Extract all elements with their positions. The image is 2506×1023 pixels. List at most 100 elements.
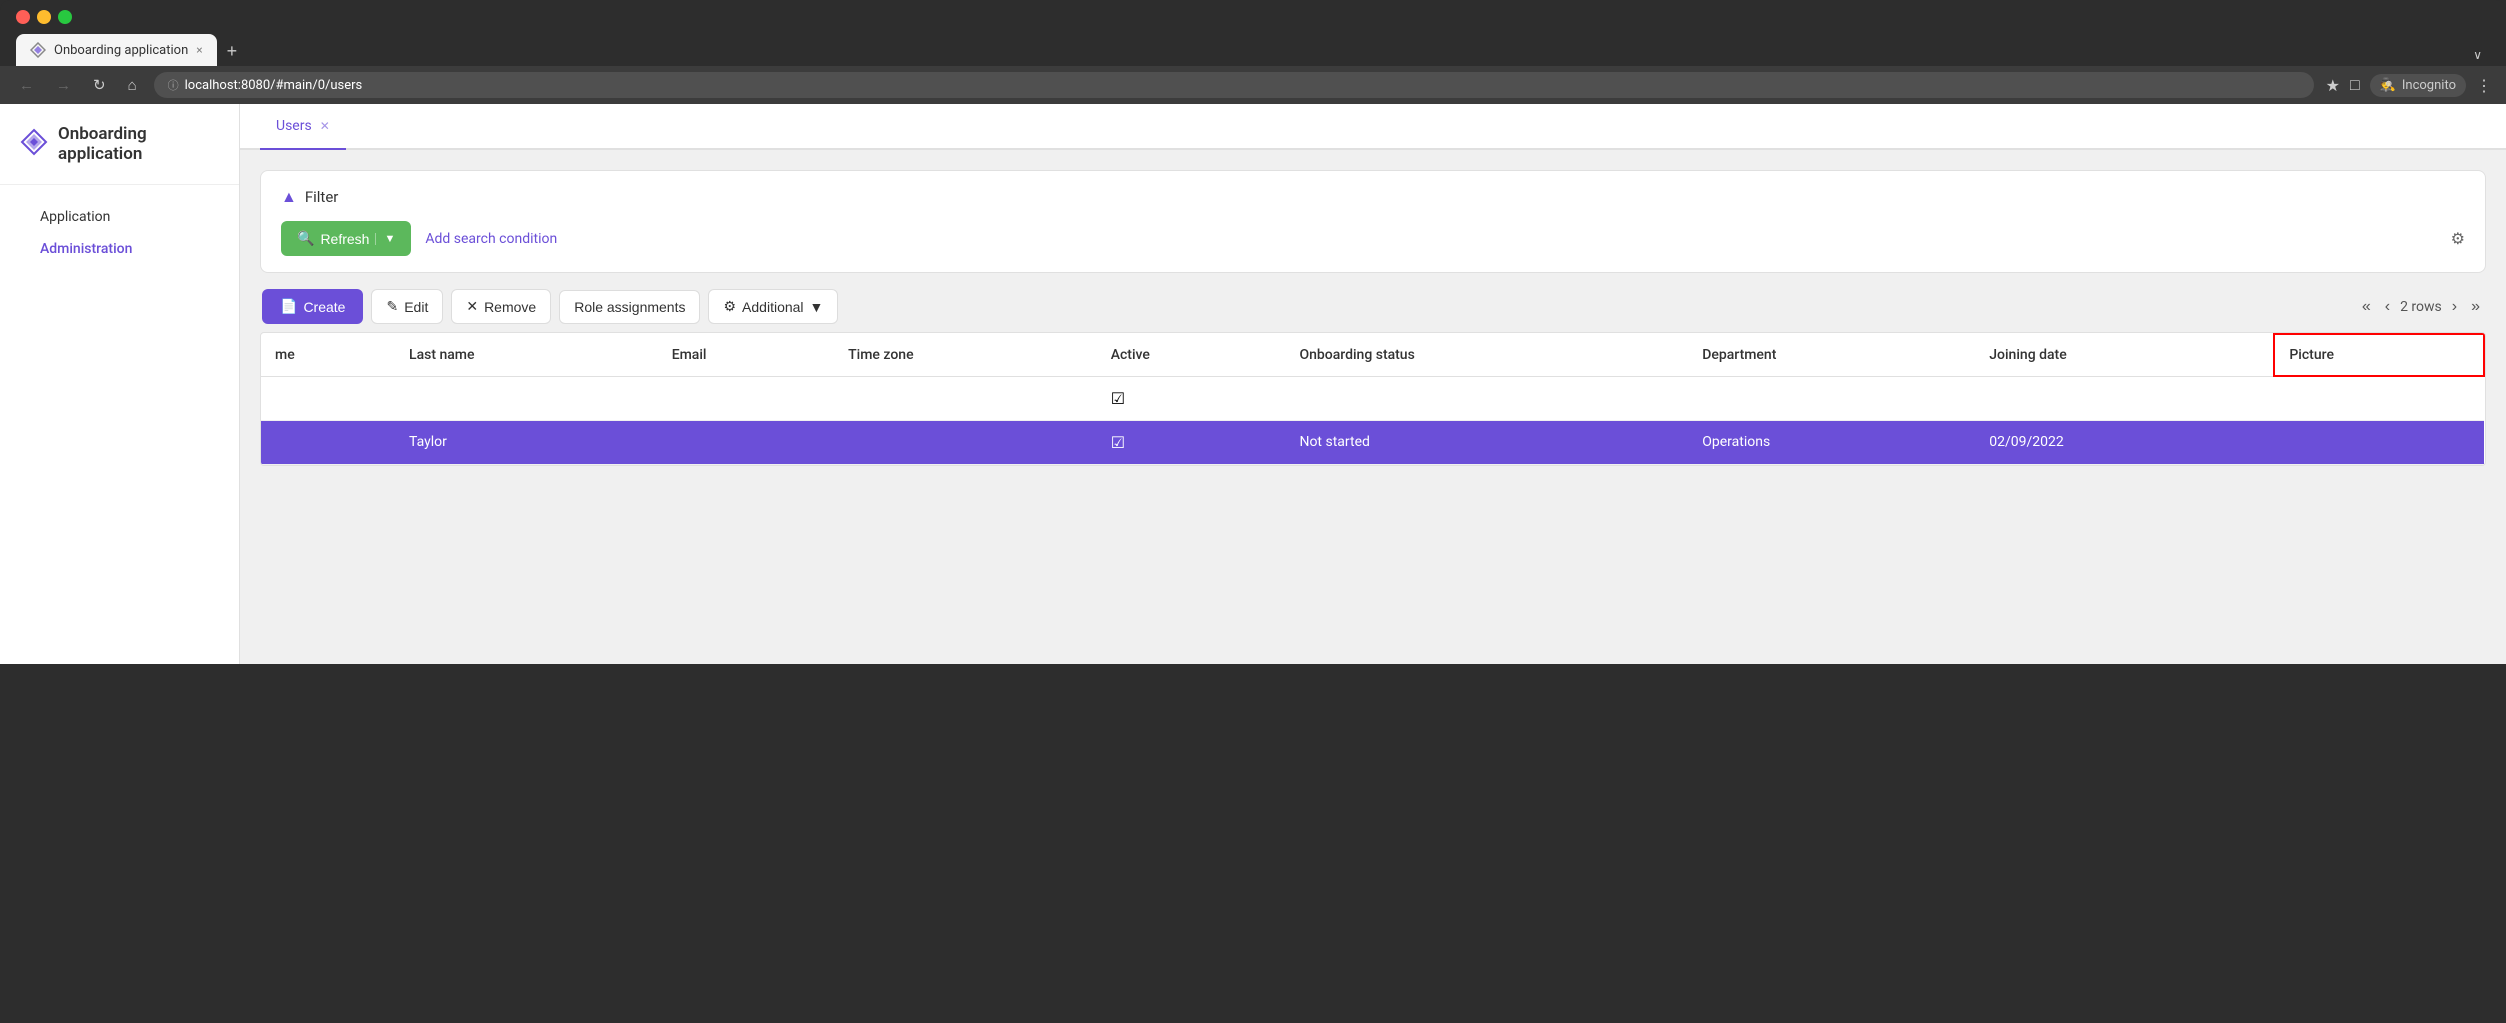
tab-users-close[interactable]: ✕ [320,119,330,133]
next-page-button[interactable]: › [2448,296,2461,318]
browser-chrome: Onboarding application × + ∨ [0,0,2506,66]
edit-button[interactable]: ✎ Edit [371,289,443,324]
traffic-lights [16,10,2490,24]
col-time-zone: Time zone [834,334,1097,376]
lock-icon: ⓘ [168,77,179,93]
cell-email [658,376,834,420]
reload-button[interactable]: ↻ [88,74,111,96]
sidebar-logo: Onboarding application [0,124,239,185]
filter-chevron-icon[interactable]: ▲ [281,187,297,207]
refresh-dropdown-arrow[interactable]: ▼ [375,233,395,245]
cell-time-zone [834,420,1097,464]
tab-users-label: Users [276,118,312,134]
role-assignments-button[interactable]: Role assignments [559,290,700,324]
role-assignments-label: Role assignments [574,299,685,315]
col-active: Active [1097,334,1286,376]
home-button[interactable]: ⌂ [123,75,142,96]
col-picture: Picture [2274,334,2484,376]
sidebar-item-label: Administration [40,241,132,257]
create-label: Create [303,299,345,315]
additional-dropdown-icon: ▼ [810,299,824,315]
maximize-traffic-light[interactable] [58,10,72,24]
data-table: me Last name Email Time zone Active Onbo… [260,332,2486,466]
back-button[interactable]: ← [14,75,39,96]
table-row[interactable]: Taylor ☑ Not started Operations 02/09/20… [261,420,2484,464]
cell-active: ☑ [1097,420,1286,464]
rows-count: 2 rows [2400,299,2442,315]
sidebar: Onboarding application Application Admin… [0,104,240,664]
table-scroll[interactable]: me Last name Email Time zone Active Onbo… [261,333,2485,465]
cell-joining-date [1975,376,2274,420]
first-page-button[interactable]: « [2358,296,2375,318]
tab-favicon [30,42,46,58]
tab-bar: Onboarding application × + ∨ [16,34,2490,66]
refresh-button[interactable]: 🔍 Refresh ▼ [281,221,411,256]
create-doc-icon: 📄 [280,298,297,315]
col-name: me [261,334,395,376]
active-checkbox-icon: ☑ [1111,433,1125,452]
cell-name [261,420,395,464]
cell-picture [2274,420,2484,464]
app-container: Onboarding application Application Admin… [0,104,2506,664]
table-header: me Last name Email Time zone Active Onbo… [261,334,2484,376]
bookmark-icon[interactable]: ★ [2326,76,2340,95]
tab-close-button[interactable]: × [196,43,202,57]
filter-header: ▲ Filter [281,187,2465,207]
cell-last-name: Taylor [395,420,658,464]
new-tab-button[interactable]: + [217,37,248,66]
filter-settings-icon[interactable]: ⚙ [2451,229,2465,248]
forward-button[interactable]: → [51,75,76,96]
main-content: Users ✕ ▲ Filter 🔍 Refresh ▼ [240,104,2506,664]
header-row: me Last name Email Time zone Active Onbo… [261,334,2484,376]
cell-name [261,376,395,420]
cell-time-zone [834,376,1097,420]
gear-icon: ⚙ [723,298,736,315]
search-icon: 🔍 [297,230,314,247]
cell-picture [2274,376,2484,420]
table-toolbar: 📄 Create ✎ Edit ✕ Remove Role assignment… [260,289,2486,324]
browser-tab-active[interactable]: Onboarding application × [16,34,217,66]
incognito-badge[interactable]: 🕵 Incognito [2370,74,2466,97]
filter-box: ▲ Filter 🔍 Refresh ▼ Add search conditio… [260,170,2486,273]
cell-joining-date: 02/09/2022 [1975,420,2274,464]
remove-label: Remove [484,299,536,315]
cell-department [1688,376,1975,420]
incognito-icon: 🕵 [2380,78,2396,93]
col-onboarding-status: Onboarding status [1285,334,1688,376]
active-checkbox-icon: ☑ [1111,389,1125,408]
col-department: Department [1688,334,1975,376]
tab-dropdown-button[interactable]: ∨ [2465,44,2490,66]
additional-label: Additional [742,299,804,315]
menu-icon[interactable]: ⋮ [2476,76,2492,95]
tab-users[interactable]: Users ✕ [260,104,346,150]
edit-label: Edit [404,299,428,315]
sidebar-item-administration[interactable]: Administration [20,233,219,265]
users-table: me Last name Email Time zone Active Onbo… [261,333,2485,465]
refresh-label: Refresh [320,231,369,247]
app-logo-icon [20,128,48,161]
sidebar-item-application[interactable]: Application [20,201,219,233]
col-last-name: Last name [395,334,658,376]
last-page-button[interactable]: » [2467,296,2484,318]
address-field[interactable]: ⓘ localhost:8080/#main/0/users [154,72,2314,98]
filter-actions: 🔍 Refresh ▼ Add search condition ⚙ [281,221,2465,256]
table-row[interactable]: ☑ [261,376,2484,420]
col-email: Email [658,334,834,376]
content-area: ▲ Filter 🔍 Refresh ▼ Add search conditio… [240,150,2506,486]
cell-email [658,420,834,464]
close-traffic-light[interactable] [16,10,30,24]
create-button[interactable]: 📄 Create [262,289,363,324]
cell-department: Operations [1688,420,1975,464]
add-condition-link[interactable]: Add search condition [425,231,557,247]
cell-last-name [395,376,658,420]
address-bar: ← → ↻ ⌂ ⓘ localhost:8080/#main/0/users ★… [0,66,2506,104]
additional-button[interactable]: ⚙ Additional ▼ [708,289,838,324]
prev-page-button[interactable]: ‹ [2381,296,2394,318]
pagination: « ‹ 2 rows › » [2358,296,2484,318]
minimize-traffic-light[interactable] [37,10,51,24]
incognito-label: Incognito [2402,78,2456,93]
split-view-icon[interactable]: □ [2350,75,2360,95]
cell-onboarding-status [1285,376,1688,420]
table-body: ☑ Taylor [261,376,2484,464]
remove-button[interactable]: ✕ Remove [451,289,551,324]
